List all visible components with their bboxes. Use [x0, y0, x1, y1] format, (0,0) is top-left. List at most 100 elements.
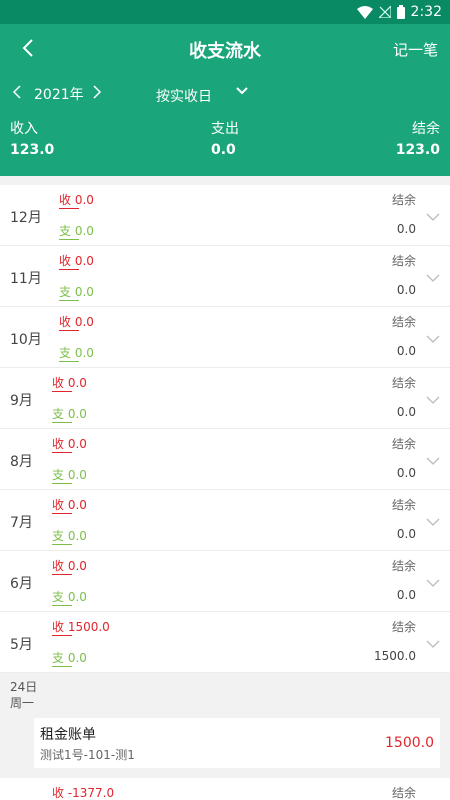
income-value: 收 0.0 — [52, 437, 87, 451]
income-value: 收 0.0 — [52, 498, 87, 512]
month-row[interactable]: 10月 收 0.0 支 0.0 结余 0.0 — [0, 307, 450, 368]
month-row[interactable]: 12月 收 0.0 支 0.0 结余 0.0 — [0, 185, 450, 246]
expense-underline — [52, 544, 72, 545]
expense-underline — [52, 605, 72, 606]
income-underline — [52, 635, 72, 636]
month-label: 5月 — [10, 637, 33, 653]
status-time: 2:32 — [410, 4, 442, 20]
record-button[interactable]: 记一笔 — [393, 39, 438, 60]
total-balance: 结余 123.0 — [395, 121, 440, 158]
nav-bar: 收支流水 记一笔 — [0, 24, 450, 72]
month-row[interactable]: 9月 收 0.0 支 0.0 结余 0.0 — [0, 368, 450, 429]
chevron-right-icon — [93, 85, 102, 99]
chevron-down-icon[interactable] — [426, 451, 440, 470]
chevron-down-icon[interactable] — [235, 84, 249, 100]
battery-icon — [396, 5, 405, 19]
wifi-icon — [356, 5, 373, 19]
expense-underline — [59, 361, 79, 362]
expense-value: 支 0.0 — [59, 346, 94, 360]
chevron-down-icon[interactable] — [426, 634, 440, 653]
balance-value: 0.0 — [396, 283, 416, 297]
income-underline — [59, 269, 79, 270]
month-label: 10月 — [10, 332, 42, 348]
bill-subtitle: 测试1号-101-测1 — [40, 748, 135, 762]
month-row[interactable]: 5月 收 1500.0 支 0.0 结余 1500.0 — [0, 612, 450, 673]
balance-label: 结余 — [391, 437, 416, 451]
chevron-left-icon — [12, 85, 21, 99]
day-label: 24日 周一 — [10, 680, 38, 710]
balance-value: 1500.0 — [374, 649, 416, 663]
month-list: 12月 收 0.0 支 0.0 结余 0.0 11月 收 0.0 支 0.0 结… — [0, 185, 450, 800]
balance-label: 结余 — [391, 376, 416, 390]
income-value: 收 0.0 — [52, 559, 87, 573]
balance-value: 0.0 — [396, 405, 416, 419]
month-label: 12月 — [10, 210, 42, 226]
filter-bar: 2021年 按实收日 — [0, 72, 450, 116]
income-underline — [52, 513, 72, 514]
chevron-down-icon[interactable] — [426, 512, 440, 531]
next-year-button[interactable] — [92, 84, 102, 104]
balance-label: 结余 — [391, 254, 416, 268]
balance-label: 结余 — [391, 620, 416, 634]
income-value: 收 0.0 — [59, 254, 94, 268]
balance-value: 0.0 — [396, 344, 416, 358]
expense-value: 支 0.0 — [52, 529, 87, 543]
expense-value: 支 0.0 — [52, 407, 87, 421]
year-label: 2021年 — [34, 87, 84, 103]
income-underline — [59, 330, 79, 331]
month-row[interactable]: 7月 收 0.0 支 0.0 结余 0.0 — [0, 490, 450, 551]
expense-underline — [52, 666, 72, 667]
balance-value: 0.0 — [396, 588, 416, 602]
total-income: 收入 123.0 — [10, 121, 55, 158]
expense-underline — [52, 422, 72, 423]
expense-value: 支 0.0 — [52, 651, 87, 665]
chevron-down-icon[interactable] — [426, 329, 440, 348]
balance-value: 0.0 — [396, 527, 416, 541]
month-row[interactable]: 11月 收 0.0 支 0.0 结余 0.0 — [0, 246, 450, 307]
expense-value: 支 0.0 — [59, 285, 94, 299]
income-value: 收 0.0 — [52, 376, 87, 390]
header: 收支流水 记一笔 2021年 按实收日 收入 123.0 支出 0.0 结余 1… — [0, 24, 450, 176]
expense-underline — [59, 300, 79, 301]
income-underline — [52, 574, 72, 575]
bill-title: 租金账单 — [40, 727, 96, 743]
balance-label: 结余 — [391, 559, 416, 573]
month-label: 6月 — [10, 576, 33, 592]
totals: 收入 123.0 支出 0.0 结余 123.0 — [0, 116, 450, 166]
month-label: 8月 — [10, 454, 33, 470]
month-row[interactable]: 6月 收 0.0 支 0.0 结余 0.0 — [0, 551, 450, 612]
income-value: 收 -1377.0 — [52, 786, 115, 800]
income-value: 收 0.0 — [59, 315, 94, 329]
bill-amount: 1500.0 — [385, 735, 434, 751]
day-detail: 24日 周一 租金账单 测试1号-101-测1 1500.0 — [0, 673, 450, 778]
income-value: 收 0.0 — [59, 193, 94, 207]
balance-label: 结余 — [391, 315, 416, 329]
expense-underline — [52, 483, 72, 484]
total-expense: 支出 0.0 — [211, 121, 239, 158]
income-underline — [52, 391, 72, 392]
no-signal-icon — [378, 6, 391, 18]
month-label: 11月 — [10, 271, 42, 287]
expense-value: 支 0.0 — [52, 590, 87, 604]
status-bar: 2:32 — [0, 0, 450, 24]
income-underline — [52, 452, 72, 453]
expense-value: 支 0.0 — [52, 468, 87, 482]
chevron-down-icon[interactable] — [426, 390, 440, 409]
balance-label: 结余 — [391, 498, 416, 512]
expense-value: 支 0.0 — [59, 224, 94, 238]
income-underline — [59, 208, 79, 209]
prev-year-button[interactable] — [12, 84, 22, 104]
chevron-down-icon[interactable] — [426, 573, 440, 592]
month-row[interactable]: 8月 收 0.0 支 0.0 结余 0.0 — [0, 429, 450, 490]
month-label: 9月 — [10, 393, 33, 409]
balance-value: 0.0 — [396, 466, 416, 480]
expense-underline — [59, 239, 79, 240]
mode-select[interactable]: 按实收日 — [156, 86, 212, 106]
bill-card[interactable]: 租金账单 测试1号-101-测1 1500.0 — [34, 718, 440, 768]
chevron-down-icon[interactable] — [426, 207, 440, 226]
month-row[interactable]: 4月 收 -1377.0 结余 — [0, 778, 450, 800]
balance-label: 结余 — [391, 786, 416, 800]
page-title: 收支流水 — [189, 41, 261, 62]
chevron-down-icon[interactable] — [426, 268, 440, 287]
month-label: 7月 — [10, 515, 33, 531]
